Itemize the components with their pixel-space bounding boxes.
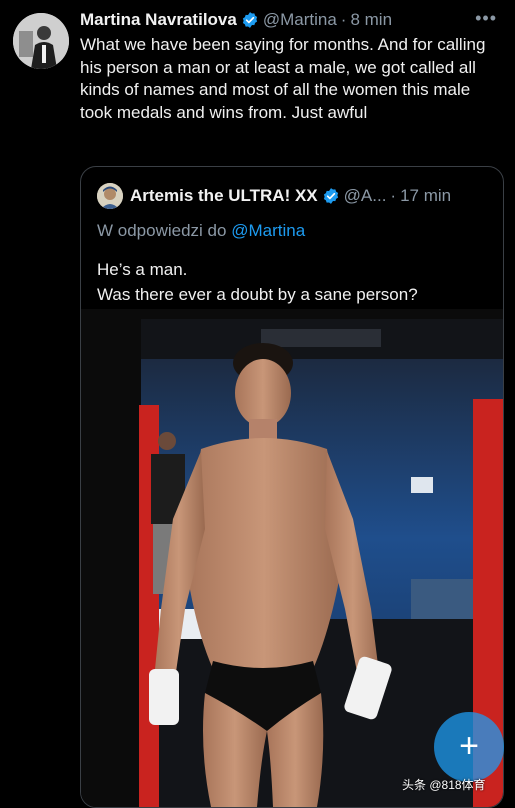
quoted-author-handle[interactable]: @A... (344, 186, 387, 206)
author-name[interactable]: Martina Navratilova (80, 10, 237, 30)
plus-icon: + (459, 727, 479, 765)
quoted-verified-badge-icon (323, 188, 338, 204)
tweet-text: What we have been saying for months. And… (80, 35, 486, 122)
author-handle[interactable]: @Martina (263, 10, 337, 30)
more-dots-icon[interactable]: ••• (475, 8, 497, 29)
quoted-author-name[interactable]: Artemis the ULTRA! XX (130, 186, 318, 206)
reply-mention-link[interactable]: @Martina (231, 221, 305, 240)
verified-badge-icon (242, 12, 257, 28)
reply-context: W odpowiedzi do @Martina (97, 221, 305, 241)
tweet: Martina Navratilova @Martina · 8 min •••… (0, 0, 515, 808)
quoted-text-line: He’s a man. (97, 260, 188, 279)
quoted-text-line: Was there ever a doubt by a sane person? (97, 285, 418, 304)
compose-plus-button[interactable]: + (434, 712, 504, 782)
avatar-photo (13, 13, 69, 69)
quoted-avatar-photo (97, 183, 123, 209)
separator-dot: · (340, 10, 347, 29)
quoted-author-avatar[interactable] (97, 183, 123, 209)
quoted-timestamp[interactable]: 17 min (400, 186, 451, 206)
reply-prefix: W odpowiedzi do (97, 221, 227, 240)
watermark-text: 头条 @818体育 (402, 778, 486, 792)
tweet-header: Martina Navratilova @Martina · 8 min ••• (80, 8, 497, 32)
author-avatar[interactable] (13, 13, 69, 69)
timestamp[interactable]: 8 min (350, 10, 392, 30)
quoted-tweet-header: Artemis the ULTRA! XX @A... · 17 min (97, 183, 487, 209)
quoted-tweet[interactable]: Artemis the ULTRA! XX @A... · 17 min W o… (80, 166, 504, 808)
quoted-separator-dot: · (390, 186, 397, 205)
quoted-tweet-text: He’s a man. Was there ever a doubt by a … (97, 257, 487, 307)
